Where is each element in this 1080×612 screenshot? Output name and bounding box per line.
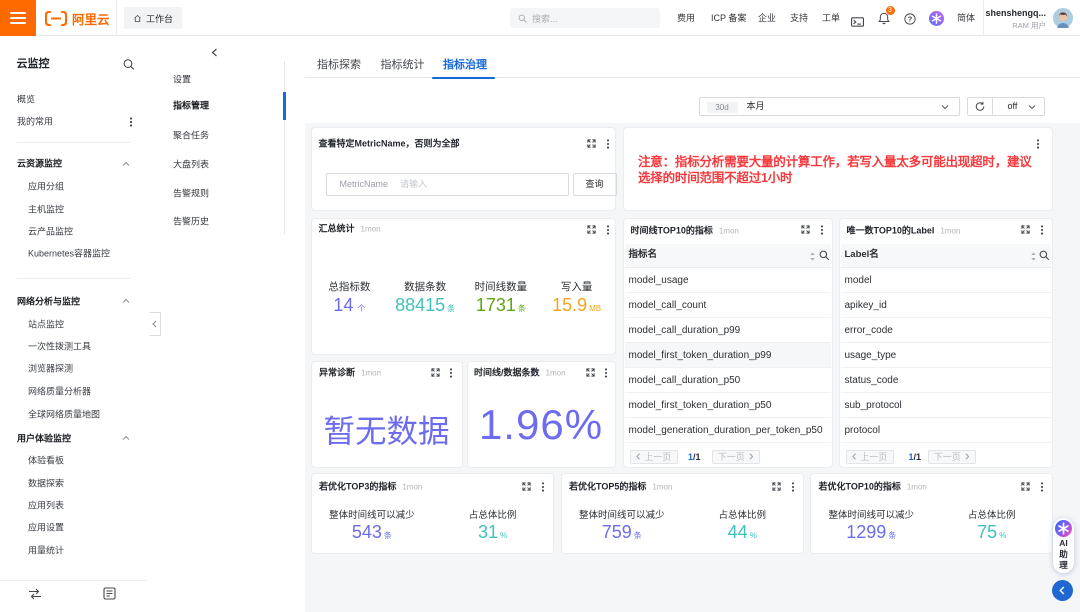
svg-text:?: ? (908, 15, 913, 24)
